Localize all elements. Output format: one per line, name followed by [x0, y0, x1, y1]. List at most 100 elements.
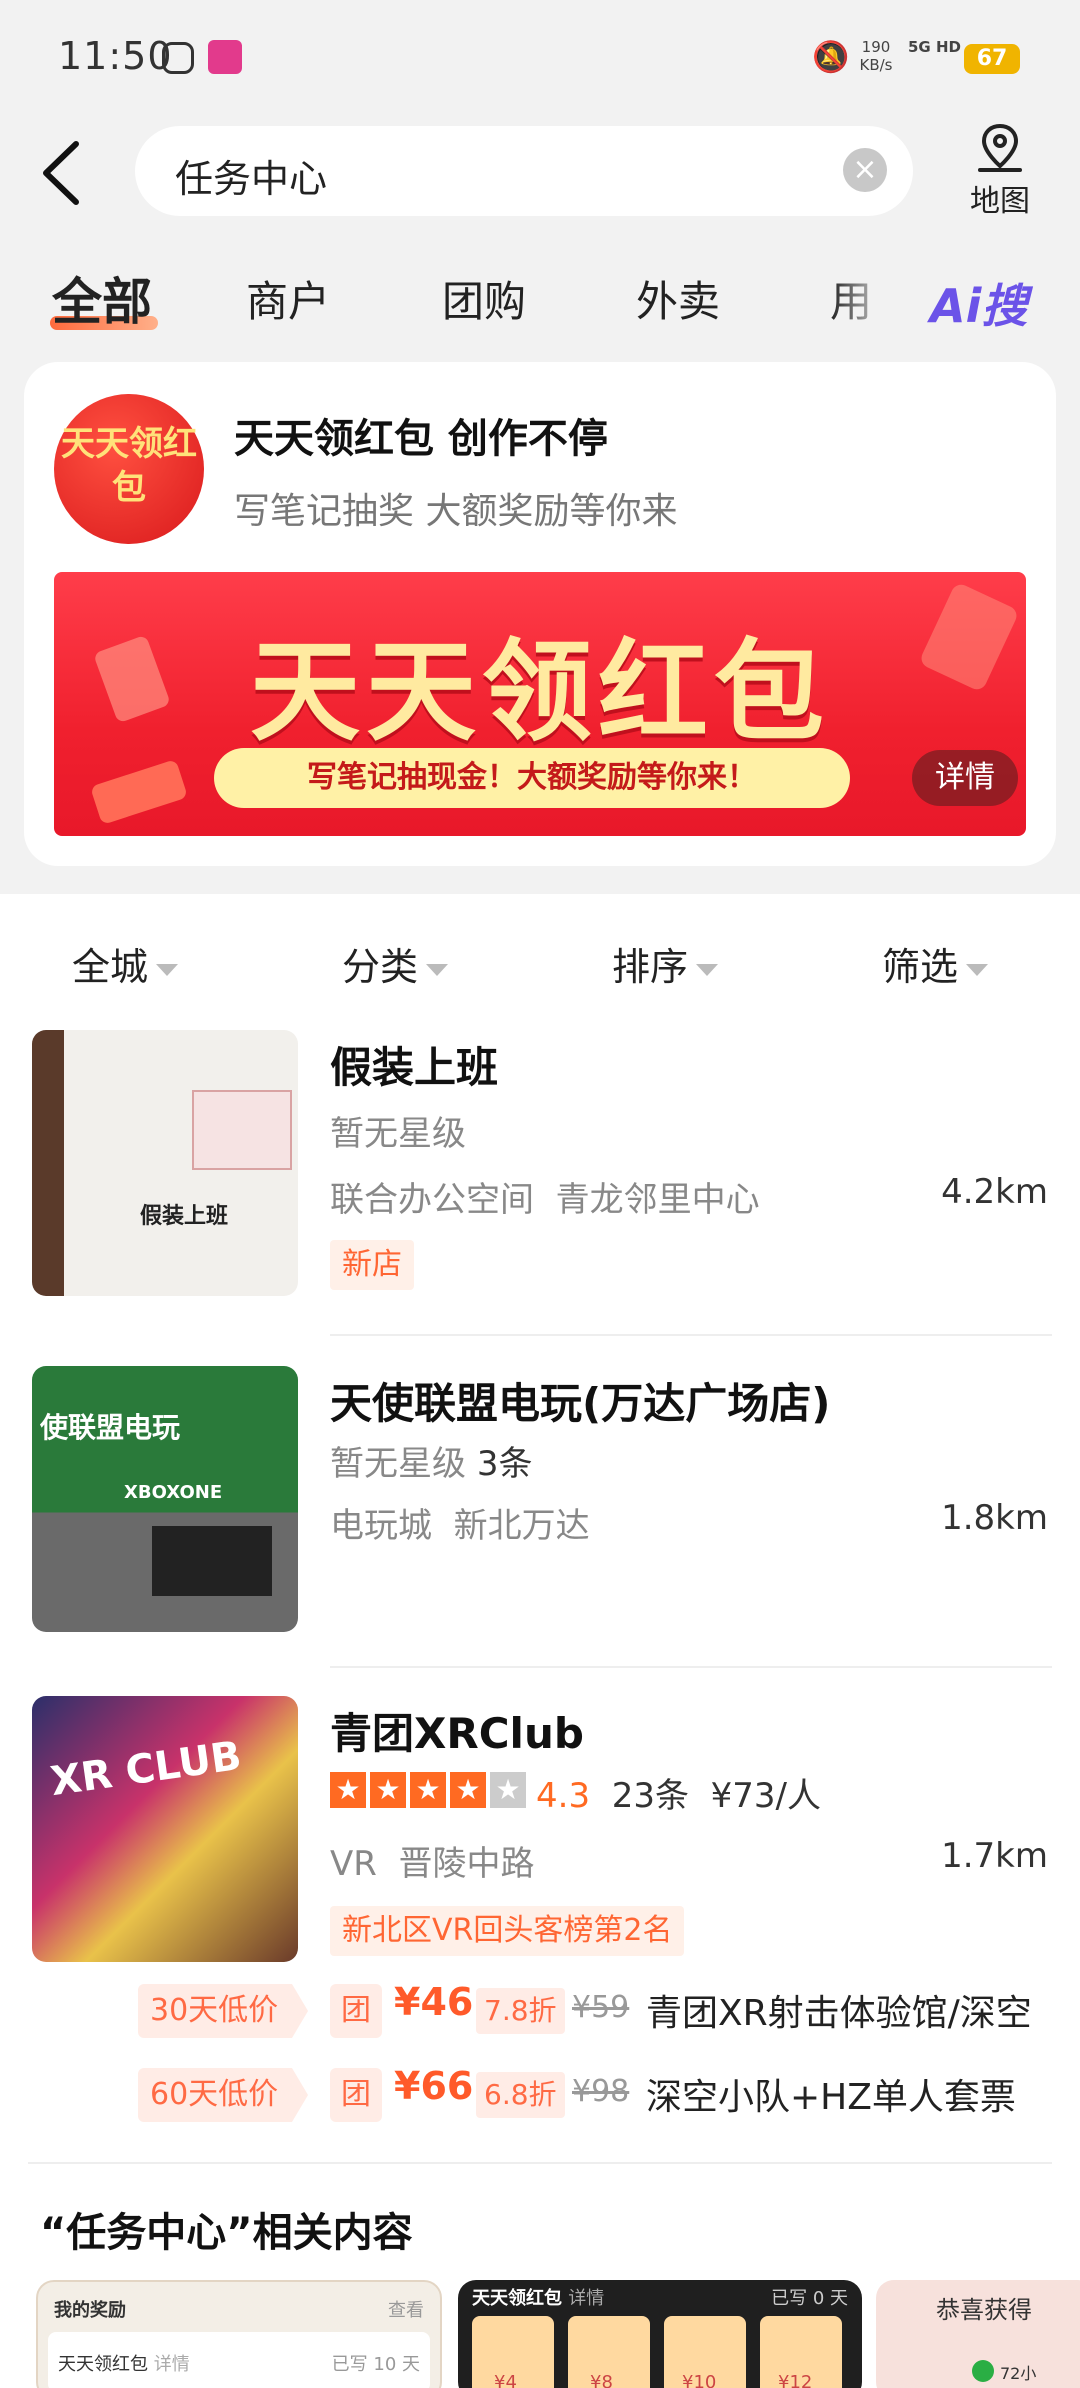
shop-category: 联合办公空间 青龙邻里中心 [330, 1172, 760, 1221]
shop-thumbnail: XR CLUB [32, 1696, 298, 1962]
promo-banner[interactable]: 天天领红包 写笔记抽现金！大额奖励等你来！ 详情 [54, 572, 1026, 836]
rewards-row-sub: 详情 [153, 2354, 190, 2375]
screens-image [152, 1526, 272, 1596]
sign-image [192, 1090, 292, 1170]
filter-sort-label: 排序 [612, 945, 689, 989]
star-icon: ★ [450, 1772, 486, 1808]
list-item[interactable]: XR CLUB 青团XRClub ★ ★ ★ ★ ★ 4.3 23条 ¥73/人… [0, 1696, 1080, 2122]
chevron-down-icon [156, 963, 179, 976]
ranking-tag: 新北区VR回头客榜第2名 [330, 1906, 685, 1956]
prize-card: ¥8 [568, 2316, 650, 2388]
map-button[interactable]: 地图 [962, 122, 1038, 222]
prize-value: ¥12 [778, 2372, 813, 2388]
rating-row: 4.3 23条 ¥73/人 [536, 1768, 821, 1817]
filter-more-label: 筛选 [882, 945, 959, 989]
deal-title: 青团XR射击体验馆/深空 [646, 1993, 1032, 2034]
tab-merchants[interactable]: 商户 [246, 268, 330, 329]
related-card-redpacket[interactable]: 天天领红包 详情 已写 0 天 ¥4 ¥8 ¥10 ¥12 [458, 2280, 862, 2388]
divider [330, 1334, 1052, 1336]
list-item[interactable]: 假装上班 假装上班 暂无星级 联合办公空间 青龙邻里中心 4.2km 新店 [0, 1030, 1080, 1330]
divider [330, 1666, 1052, 1668]
tab-all[interactable]: 全部 [52, 262, 152, 334]
filter-category[interactable]: 分类 [342, 936, 449, 991]
banner-title: 天天领红包 [250, 628, 830, 756]
rewards-row-title: 天天领红包 详情 [58, 2350, 190, 2376]
app-notification-icon-2 [208, 40, 242, 74]
filter-bar: 全城 分类 排序 筛选 [0, 894, 1080, 1034]
map-pin-icon [974, 122, 1026, 174]
search-input[interactable]: 任务中心 × [135, 126, 913, 216]
app-notification-icon [162, 42, 194, 74]
banner-subtitle: 写笔记抽现金！大额奖励等你来！ [214, 748, 850, 808]
star-icon: ★ [370, 1772, 406, 1808]
new-shop-tag: 新店 [330, 1240, 414, 1290]
filter-city-label: 全城 [72, 945, 149, 989]
shop-category: VR 晋陵中路 [330, 1836, 535, 1885]
list-item[interactable]: 使联盟电玩 XBOXONE 天使联盟电玩(万达广场店) 暂无星级 3条 电玩城 … [0, 1366, 1080, 1666]
related-card-congrats[interactable]: 恭喜获得 72小 [876, 2280, 1080, 2388]
area: 晋陵中路 [398, 1844, 535, 1884]
deal-row[interactable]: 30天低价 团 ¥46 7.8折 ¥59 青团XR射击体验馆/深空 [0, 1980, 1080, 2042]
shop-name: 假装上班 [330, 1043, 499, 1092]
net-speed-unit: KB/s [859, 56, 893, 74]
back-arrow-icon[interactable] [34, 138, 94, 208]
area: 青龙邻里中心 [555, 1180, 760, 1220]
deal-price: ¥46 [394, 1980, 474, 2024]
shop-category: 电玩城 新北万达 [330, 1498, 590, 1547]
redpacket-title-text: 天天领红包 [472, 2288, 562, 2309]
congrats-text: 恭喜获得 [936, 2296, 1032, 2324]
clear-icon[interactable]: × [843, 148, 887, 192]
deal-price: ¥66 [394, 2064, 474, 2108]
status-bar: 11:50 🔕 190 KB/s 5G HD 67 [0, 0, 1080, 110]
prize-card: ¥10 [664, 2316, 746, 2388]
group-buy-label: 团 [330, 1984, 382, 2038]
rating-row: 暂无星级 3条 [330, 1436, 532, 1485]
filter-more[interactable]: 筛选 [882, 936, 989, 991]
low-price-badge: 60天低价 [138, 2068, 309, 2122]
thumb-text: 使联盟电玩 [40, 1411, 181, 1444]
chevron-down-icon [966, 963, 989, 976]
shop-thumbnail: 使联盟电玩 XBOXONE [32, 1366, 298, 1632]
low-price-badge: 30天低价 [138, 1984, 309, 2038]
prize-value: ¥8 [590, 2372, 613, 2388]
star-empty-icon: ★ [490, 1772, 526, 1808]
distance: 1.7km [941, 1836, 1048, 1876]
deal-title: 深空小队+HZ单人套票 [646, 2077, 1016, 2118]
ai-search-tab[interactable]: Ai搜 [930, 270, 1027, 336]
rewards-row-right: 已写 10 天 [331, 2354, 420, 2375]
rewards-link: 查看 [388, 2300, 424, 2321]
map-label: 地图 [970, 184, 1030, 219]
shop-name: 天使联盟电玩(万达广场店) [330, 1379, 831, 1428]
tab-group-buy[interactable]: 团购 [442, 268, 526, 329]
mute-icon: 🔕 [812, 40, 850, 75]
promo-card[interactable]: 天天领红包 天天领红包 创作不停 写笔记抽奖 大额奖励等你来 天天领红包 写笔记… [24, 362, 1056, 866]
related-section-title: “任务中心”相关内容 [40, 2210, 413, 2256]
area: 新北万达 [453, 1506, 590, 1546]
red-envelope-icon [90, 759, 188, 825]
prize-card: ¥4 [472, 2316, 554, 2388]
wechat-icon [972, 2360, 994, 2382]
net-speed: 190 KB/s [856, 38, 896, 74]
net-speed-value: 190 [861, 38, 891, 56]
filter-city[interactable]: 全城 [72, 936, 179, 991]
tab-takeout[interactable]: 外卖 [636, 268, 720, 329]
rating-score: 4.3 [536, 1776, 591, 1816]
xbox-logo: XBOXONE [124, 1482, 223, 1503]
distance: 1.8km [941, 1498, 1048, 1538]
rewards-row-name: 天天领红包 [58, 2354, 148, 2375]
filter-sort[interactable]: 排序 [612, 936, 719, 991]
deal-discount: 6.8折 [476, 2072, 565, 2118]
prize-card: ¥12 [760, 2316, 842, 2388]
promo-subtitle: 写笔记抽奖 大额奖励等你来 [234, 491, 678, 532]
prize-value: ¥4 [494, 2372, 517, 2388]
results-list: 全城 分类 排序 筛选 假装上班 假装上班 暂无星级 联合办公空间 青龙邻里中心… [0, 894, 1080, 2388]
deal-row[interactable]: 60天低价 团 ¥66 6.8折 ¥98 深空小队+HZ单人套票 [0, 2064, 1080, 2126]
thumb-text: XR CLUB [47, 1732, 245, 1806]
banner-detail-button[interactable]: 详情 [912, 750, 1018, 806]
redpacket-right: 已写 0 天 [771, 2288, 848, 2309]
related-card-rewards[interactable]: 我的奖励 查看 天天领红包 详情 已写 10 天 [36, 2280, 442, 2388]
thumb-text: 假装上班 [140, 1204, 229, 1229]
tab-fade [830, 262, 920, 342]
category: 电玩城 [330, 1506, 432, 1546]
rewards-title: 我的奖励 [54, 2300, 126, 2321]
